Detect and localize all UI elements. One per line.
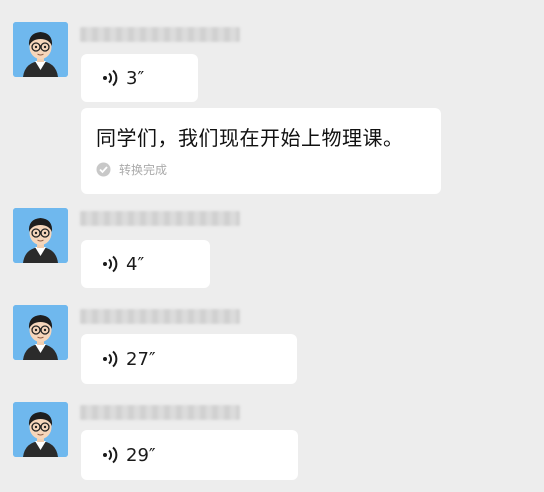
voice-duration: 27″	[126, 348, 156, 370]
voice-bubble[interactable]: 4″	[81, 240, 210, 288]
voice-wave-icon	[101, 255, 121, 273]
voice-bubble[interactable]: 3″	[81, 54, 198, 102]
avatar[interactable]	[13, 402, 68, 457]
voice-wave-icon	[101, 350, 121, 368]
sender-name-blurred	[80, 211, 240, 226]
voice-wave-icon	[101, 446, 121, 464]
transcription-text: 同学们，我们现在开始上物理课。	[96, 126, 404, 150]
sender-name-blurred	[80, 405, 240, 420]
sender-name-blurred	[80, 309, 240, 324]
voice-transcription[interactable]: 同学们，我们现在开始上物理课。 转换完成	[81, 108, 441, 194]
transcription-status-label: 转换完成	[119, 163, 168, 177]
voice-duration: 4″	[126, 253, 145, 275]
voice-duration: 3″	[126, 67, 145, 89]
avatar[interactable]	[13, 208, 68, 263]
avatar[interactable]	[13, 305, 68, 360]
voice-bubble[interactable]: 29″	[81, 430, 298, 480]
voice-wave-icon	[101, 69, 121, 87]
voice-bubble[interactable]: 27″	[81, 334, 297, 384]
transcription-status: 转换完成	[96, 161, 441, 178]
avatar[interactable]	[13, 22, 68, 77]
voice-duration: 29″	[126, 444, 156, 466]
sender-name-blurred	[80, 27, 240, 42]
check-circle-icon	[96, 162, 111, 177]
